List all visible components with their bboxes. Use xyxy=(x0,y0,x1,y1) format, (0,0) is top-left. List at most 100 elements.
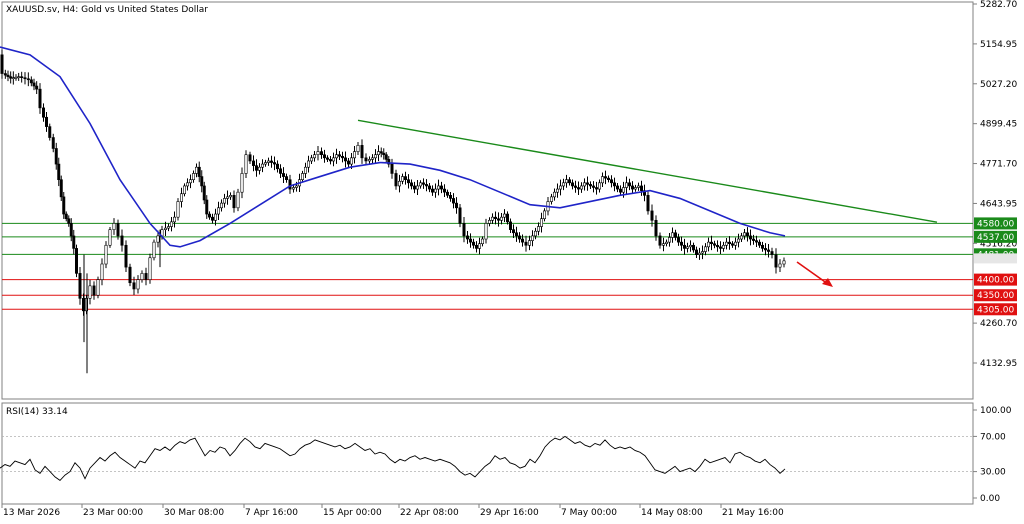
candle-body xyxy=(700,251,704,254)
candle-body xyxy=(312,154,316,159)
candle-body xyxy=(252,160,256,166)
price-tick-label: 4643.95 xyxy=(980,199,1017,209)
time-tick-label: 21 May 16:00 xyxy=(722,508,784,518)
candle-body xyxy=(92,285,96,296)
candle-body xyxy=(558,185,562,190)
candle-body xyxy=(618,188,622,193)
candle-body xyxy=(430,188,434,193)
candle-body xyxy=(183,185,187,195)
level-price-label: 4305.00 xyxy=(977,305,1014,315)
price-tick-label: 4260.70 xyxy=(980,319,1017,329)
candle-body xyxy=(379,151,383,154)
candle-body xyxy=(6,74,10,77)
candle-body xyxy=(465,235,469,240)
candle-body xyxy=(343,157,347,162)
candle-body xyxy=(552,191,556,198)
candle-body xyxy=(152,241,156,259)
candle-body xyxy=(156,235,160,243)
candle-body xyxy=(448,195,452,199)
candle-body xyxy=(291,187,295,190)
candle-body xyxy=(576,187,580,190)
candle-body xyxy=(51,137,55,149)
candle-body xyxy=(0,54,4,74)
candle-body xyxy=(17,76,21,78)
time-tick-label: 15 Apr 00:00 xyxy=(323,508,382,518)
candle-body xyxy=(727,241,731,245)
candle-body xyxy=(646,195,650,212)
candle-body xyxy=(325,157,329,160)
candle-body xyxy=(132,282,136,290)
candle-body xyxy=(397,180,401,187)
candle-body xyxy=(615,185,619,190)
candle-body xyxy=(549,196,553,202)
candle-body xyxy=(303,166,307,174)
price-tick-label: 4899.45 xyxy=(980,120,1017,130)
candle-body xyxy=(236,191,240,209)
candle-body xyxy=(505,213,509,223)
candle-body xyxy=(454,202,458,209)
candle-body xyxy=(136,279,140,290)
candle-body xyxy=(760,244,764,249)
candle-body xyxy=(300,173,304,180)
main-chart-frame xyxy=(1,1,974,400)
time-tick-label: 22 Apr 08:00 xyxy=(400,508,459,518)
candle-body xyxy=(633,187,637,190)
candle-body xyxy=(570,182,574,187)
candle-body xyxy=(64,213,68,220)
candle-body xyxy=(468,238,472,243)
candle-body xyxy=(266,160,270,163)
candle-body xyxy=(658,235,662,246)
price-tick-label: 5154.95 xyxy=(980,40,1017,50)
candle-body xyxy=(32,82,36,87)
candle-body xyxy=(124,244,128,268)
candle-body xyxy=(594,187,598,190)
candle-body xyxy=(517,235,521,240)
candle-body xyxy=(223,198,227,204)
candle-body xyxy=(493,216,497,220)
candle-body xyxy=(439,185,443,190)
candle-body xyxy=(691,244,695,251)
candle-body xyxy=(496,218,500,221)
candle-body xyxy=(418,182,422,187)
candle-body xyxy=(364,157,368,162)
candle-body xyxy=(260,163,264,168)
candle-body xyxy=(116,223,120,237)
current-price-tag xyxy=(974,253,1017,264)
candle-body xyxy=(477,243,481,249)
candle-body xyxy=(412,185,416,190)
candle-body xyxy=(278,168,282,174)
candle-body xyxy=(712,243,716,246)
candle-body xyxy=(244,154,248,174)
candle-body xyxy=(349,157,353,165)
candle-body xyxy=(170,221,174,227)
candle-body xyxy=(309,157,313,162)
candle-body xyxy=(38,88,42,109)
candle-body xyxy=(561,182,565,187)
candle-body xyxy=(757,241,761,246)
candle-body xyxy=(316,151,320,156)
candle-body xyxy=(322,154,326,159)
candle-body xyxy=(281,173,285,177)
candle-body xyxy=(340,155,344,159)
rsi-tick-label: 0.00 xyxy=(980,494,1000,504)
candle-body xyxy=(346,160,350,165)
candle-body xyxy=(706,241,710,248)
candle-body xyxy=(462,223,466,237)
candle-body xyxy=(217,207,221,215)
candle-body xyxy=(682,244,686,249)
candle-body xyxy=(445,191,449,196)
candle-body xyxy=(197,166,201,177)
candle-body xyxy=(255,165,259,171)
candle-body xyxy=(661,243,665,246)
candle-body xyxy=(288,179,292,190)
candle-body xyxy=(382,152,386,156)
candle-body xyxy=(294,185,298,188)
candle-body xyxy=(220,202,224,209)
candle-body xyxy=(352,151,356,159)
rsi-tick-label: 70.00 xyxy=(980,432,1006,442)
candle-body xyxy=(670,232,674,238)
candle-body xyxy=(442,188,446,193)
candle-body xyxy=(257,166,261,171)
candle-body xyxy=(72,235,76,249)
chart-svg: 5282.70 5154.95 5027.20 4899.45 4771.70 4643.… xyxy=(0,0,1017,518)
